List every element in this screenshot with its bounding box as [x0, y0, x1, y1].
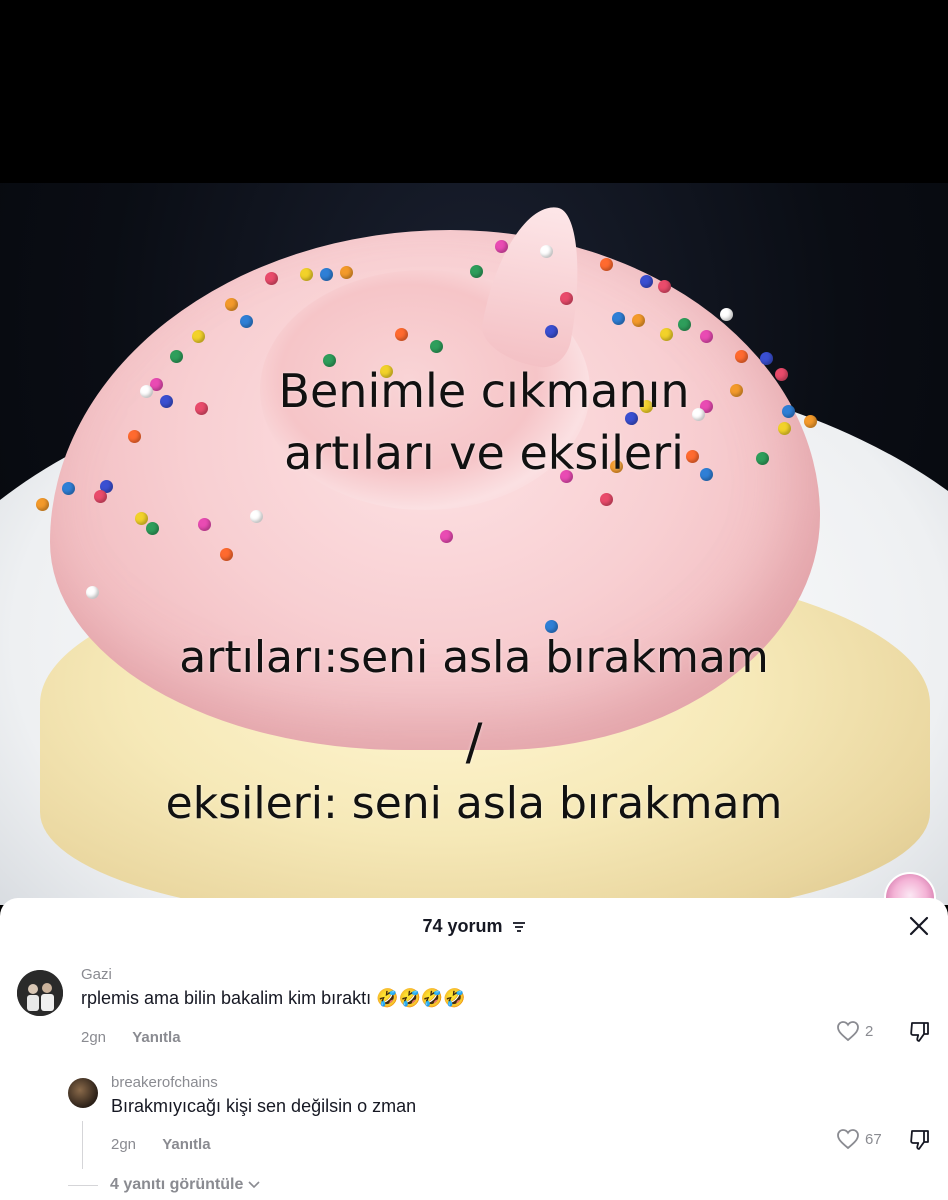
- sprinkle: [225, 298, 238, 311]
- comments-sheet: 74 yorum Gazi rplemis ama bilin bakalim …: [0, 898, 948, 1200]
- dislike-icon[interactable]: [908, 1128, 932, 1152]
- sort-icon[interactable]: [512, 921, 526, 933]
- divider: [68, 1184, 98, 1186]
- like-button[interactable]: 67: [836, 1128, 882, 1150]
- view-replies-button[interactable]: 4 yanıtı görüntüle: [68, 1176, 261, 1194]
- like-button[interactable]: 2: [836, 1020, 873, 1042]
- heart-icon: [837, 1129, 859, 1150]
- comment-meta: 2gn Yanıtla: [81, 1029, 181, 1046]
- caption-line-2: artıları ve eksileri: [284, 426, 684, 480]
- sprinkle: [36, 498, 49, 511]
- sprinkle: [600, 258, 613, 271]
- comment-time: 2gn: [81, 1029, 107, 1046]
- sprinkle: [86, 586, 99, 599]
- sprinkle: [395, 328, 408, 341]
- sprinkle: [146, 522, 159, 535]
- chevron-down-icon: [248, 1181, 260, 1189]
- reply-button[interactable]: Yanıtla: [132, 1029, 180, 1046]
- sprinkle: [720, 308, 733, 321]
- sprinkle: [540, 245, 553, 258]
- video-caption-title: Benimle cıkmanın artıları ve eksileri: [0, 360, 948, 484]
- sprinkle: [340, 266, 353, 279]
- sprinkle: [135, 512, 148, 525]
- heart-icon: [837, 1021, 859, 1042]
- comment-time: 2gn: [111, 1136, 137, 1153]
- comment-username[interactable]: breakerofchains: [111, 1074, 218, 1091]
- close-icon[interactable]: [908, 915, 930, 937]
- avatar[interactable]: [68, 1078, 98, 1108]
- video-caption-pros: artıları:seni asla bırakmam: [179, 632, 769, 683]
- comment-text: rplemis ama bilin bakalim kim bıraktı 🤣🤣…: [81, 988, 466, 1008]
- reply-thread-line: [82, 1121, 83, 1169]
- sprinkle: [94, 490, 107, 503]
- sprinkle: [612, 312, 625, 325]
- sprinkle: [220, 548, 233, 561]
- sprinkle: [240, 315, 253, 328]
- comment-text: Bırakmıyıcağı kişi sen değilsin o zman: [111, 1096, 417, 1116]
- view-replies-label: 4 yanıtı görüntüle: [110, 1176, 244, 1193]
- sprinkle: [320, 268, 333, 281]
- video-caption-cons: eksileri: seni asla bırakmam: [165, 778, 783, 829]
- comments-header: 74 yorum: [0, 898, 948, 956]
- sprinkle: [678, 318, 691, 331]
- like-count: 2: [865, 1022, 874, 1040]
- sprinkle: [660, 328, 673, 341]
- sprinkle: [192, 330, 205, 343]
- video-player[interactable]: Benimle cıkmanın artıları ve eksileri ar…: [0, 0, 948, 905]
- sprinkle: [560, 292, 573, 305]
- sprinkle: [640, 275, 653, 288]
- comment-username[interactable]: Gazi: [81, 966, 112, 983]
- sprinkle: [545, 325, 558, 338]
- comment-meta: 2gn Yanıtla: [111, 1136, 211, 1153]
- sprinkle: [300, 268, 313, 281]
- sprinkle: [265, 272, 278, 285]
- sprinkle: [632, 314, 645, 327]
- sprinkle: [495, 240, 508, 253]
- sprinkle: [470, 265, 483, 278]
- sprinkle: [430, 340, 443, 353]
- comments-count: 74 yorum: [422, 916, 503, 936]
- dislike-icon[interactable]: [908, 1020, 932, 1044]
- sprinkle: [658, 280, 671, 293]
- sprinkle: [700, 330, 713, 343]
- sprinkle: [198, 518, 211, 531]
- sprinkle: [250, 510, 263, 523]
- like-count: 67: [865, 1130, 882, 1148]
- caption-line-1: Benimle cıkmanın: [278, 364, 690, 418]
- sprinkle: [600, 493, 613, 506]
- sprinkle: [440, 530, 453, 543]
- comments-count-title[interactable]: 74 yorum: [0, 916, 948, 937]
- reply-button[interactable]: Yanıtla: [162, 1136, 210, 1153]
- avatar[interactable]: [17, 970, 63, 1016]
- video-caption-slash: /: [465, 713, 483, 771]
